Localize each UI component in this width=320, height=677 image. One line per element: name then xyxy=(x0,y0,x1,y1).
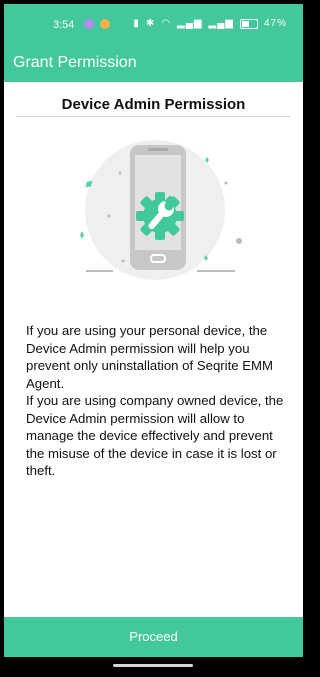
status-time: 3:54 xyxy=(53,19,75,31)
signal-icon: ▂▄▆ xyxy=(208,18,234,29)
personal-device-text: If you are using your personal device, t… xyxy=(26,323,274,391)
status-icons: ▮ ✱ ◠ ▂▄▆ ▂▄▆ 47% xyxy=(133,18,287,29)
screen: 3:54 ▮ ✱ ◠ ▂▄▆ ▂▄▆ 47% Grant Permission … xyxy=(4,4,303,673)
company-device-text: If you are using company owned device, t… xyxy=(26,393,284,478)
permission-header: Device Admin Permission xyxy=(16,90,291,122)
notification-icon xyxy=(100,19,110,29)
app-bar: Grant Permission xyxy=(4,44,303,82)
battery-percent: 47% xyxy=(263,18,287,29)
navigation-bar xyxy=(4,657,303,673)
phone-with-wrench-gear-icon xyxy=(80,140,242,280)
signal-icon: ▂▄▆ xyxy=(177,18,203,29)
divider xyxy=(16,116,291,117)
battery-icon xyxy=(239,18,258,29)
home-gesture-handle[interactable] xyxy=(113,664,193,667)
wifi-icon: ◠ xyxy=(161,18,172,29)
vibrate-icon: ▮ xyxy=(133,18,140,29)
page-title: Device Admin Permission xyxy=(61,96,246,113)
proceed-button[interactable]: Proceed xyxy=(4,617,303,657)
bluetooth-icon: ✱ xyxy=(145,18,156,29)
notification-icon xyxy=(84,19,94,29)
app-bar-title: Grant Permission xyxy=(13,54,137,71)
status-bar: 3:54 ▮ ✱ ◠ ▂▄▆ ▂▄▆ 47% xyxy=(4,4,303,44)
